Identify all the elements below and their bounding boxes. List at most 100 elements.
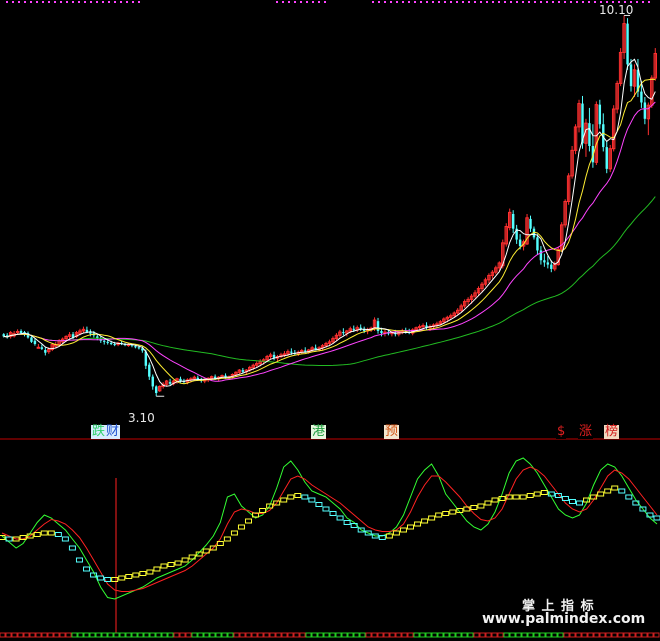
oscillator-step-mark (33, 532, 41, 537)
signal-bar-cell (137, 632, 144, 638)
candle-body-down (241, 370, 245, 372)
top-dot-mark (84, 1, 86, 3)
oscillator-step-mark (146, 569, 154, 575)
top-dot-mark (96, 1, 98, 3)
oscillator-step-mark (167, 562, 175, 567)
signal-bar-cell (227, 632, 234, 638)
top-dot-mark (78, 1, 80, 3)
oscillator-step-mark (428, 515, 436, 521)
candle-body-down (30, 337, 33, 342)
candle-body-down (643, 102, 647, 119)
top-dot-mark (318, 1, 320, 3)
signal-bar-cell (467, 632, 474, 638)
signal-bar-cell (335, 632, 342, 638)
candle-body-down (380, 330, 383, 334)
top-dot-mark (468, 1, 470, 3)
signal-bar-cell (653, 632, 660, 638)
signal-bar-cell (425, 632, 432, 638)
signal-bar-cell (257, 632, 264, 638)
signal-bar-cell (77, 632, 84, 638)
oscillator-step-mark (322, 506, 330, 512)
signal-bar-cell (455, 632, 462, 638)
signal-bar-cell (635, 632, 642, 638)
top-dot-mark (450, 1, 452, 3)
top-dot-mark (546, 1, 548, 3)
signal-marker: 涨 (578, 424, 594, 439)
oscillator-step-mark (568, 499, 576, 504)
oscillator-step-mark (653, 515, 660, 521)
top-dot-mark (492, 1, 494, 3)
top-dot-mark (378, 1, 380, 3)
oscillator-step-mark (385, 533, 393, 539)
top-dot-mark (420, 1, 422, 3)
top-dot-mark (72, 1, 74, 3)
candle-body-down (155, 386, 158, 393)
top-dot-mark (384, 1, 386, 3)
oscillator-step-mark (280, 497, 288, 503)
signal-bar-cell (263, 632, 270, 638)
oscillator-step-mark (533, 491, 541, 497)
oscillator-step-mark (519, 494, 527, 500)
top-dot-mark (102, 1, 104, 3)
oscillator-step-mark (40, 530, 48, 536)
top-dot-mark (594, 1, 596, 3)
top-dot-mark (282, 1, 284, 3)
oscillator-slow-line (1, 466, 658, 592)
signal-bar-cell (605, 632, 612, 638)
oscillator-step-mark (484, 500, 492, 506)
top-dot-mark (534, 1, 536, 3)
signal-bar-cell (221, 632, 228, 638)
signal-bar-cell (461, 632, 468, 638)
signal-bar-cell (371, 632, 378, 638)
oscillator-fast-line (1, 457, 658, 600)
signal-bar-cell (623, 632, 630, 638)
signal-bar-cell (545, 632, 552, 638)
top-dot-mark (120, 1, 122, 3)
signal-bar-cell (389, 632, 396, 638)
signal-bar-cell (599, 632, 606, 638)
oscillator-step-mark (97, 575, 105, 581)
candle-body-down (168, 382, 172, 384)
top-dot-mark (372, 1, 374, 3)
candle-body-down (314, 347, 317, 350)
kline-chart (0, 1, 660, 638)
oscillator-step-mark (83, 566, 91, 572)
signal-bar-cell (473, 632, 480, 638)
signal-bar-cell (569, 632, 576, 638)
signal-bar-cell (293, 632, 300, 638)
signal-bar-cell (269, 632, 276, 638)
oscillator-step-mark (237, 524, 245, 530)
signal-bar-cell (251, 632, 258, 638)
oscillator-step-mark (315, 502, 323, 507)
signal-bar-cell (611, 632, 618, 638)
oscillator-step-mark (399, 527, 407, 533)
signal-bar-cell (323, 632, 330, 638)
signal-bar-cell (35, 632, 42, 638)
oscillator-step-mark (526, 493, 534, 498)
oscillator-step-mark (414, 521, 422, 527)
candle-body-down (598, 104, 602, 125)
candle-body-down (352, 328, 355, 330)
top-dot-mark (558, 1, 560, 3)
signal-bar-cell (533, 632, 540, 638)
top-dot-mark (642, 1, 644, 3)
candle-body-down (40, 347, 44, 349)
candle-body-down (629, 64, 633, 87)
oscillator-step-mark (435, 512, 443, 518)
oscillator-step-mark (125, 574, 133, 579)
signal-bar-cell (359, 632, 366, 638)
top-dot-mark (510, 1, 512, 3)
signal-bar-cell (113, 632, 120, 638)
top-dot-mark (636, 1, 638, 3)
candle-body-down (605, 147, 608, 169)
signal-bar-cell (551, 632, 558, 638)
top-dot-mark (324, 1, 326, 3)
signal-bar-cell (449, 632, 456, 638)
top-dot-mark (426, 1, 428, 3)
candle-body-down (511, 214, 515, 229)
candle-body-down (19, 330, 23, 334)
top-dot-mark (66, 1, 68, 3)
signal-bar-cell (413, 632, 420, 638)
top-dot-mark (12, 1, 14, 3)
signal-bar-cell (581, 632, 588, 638)
